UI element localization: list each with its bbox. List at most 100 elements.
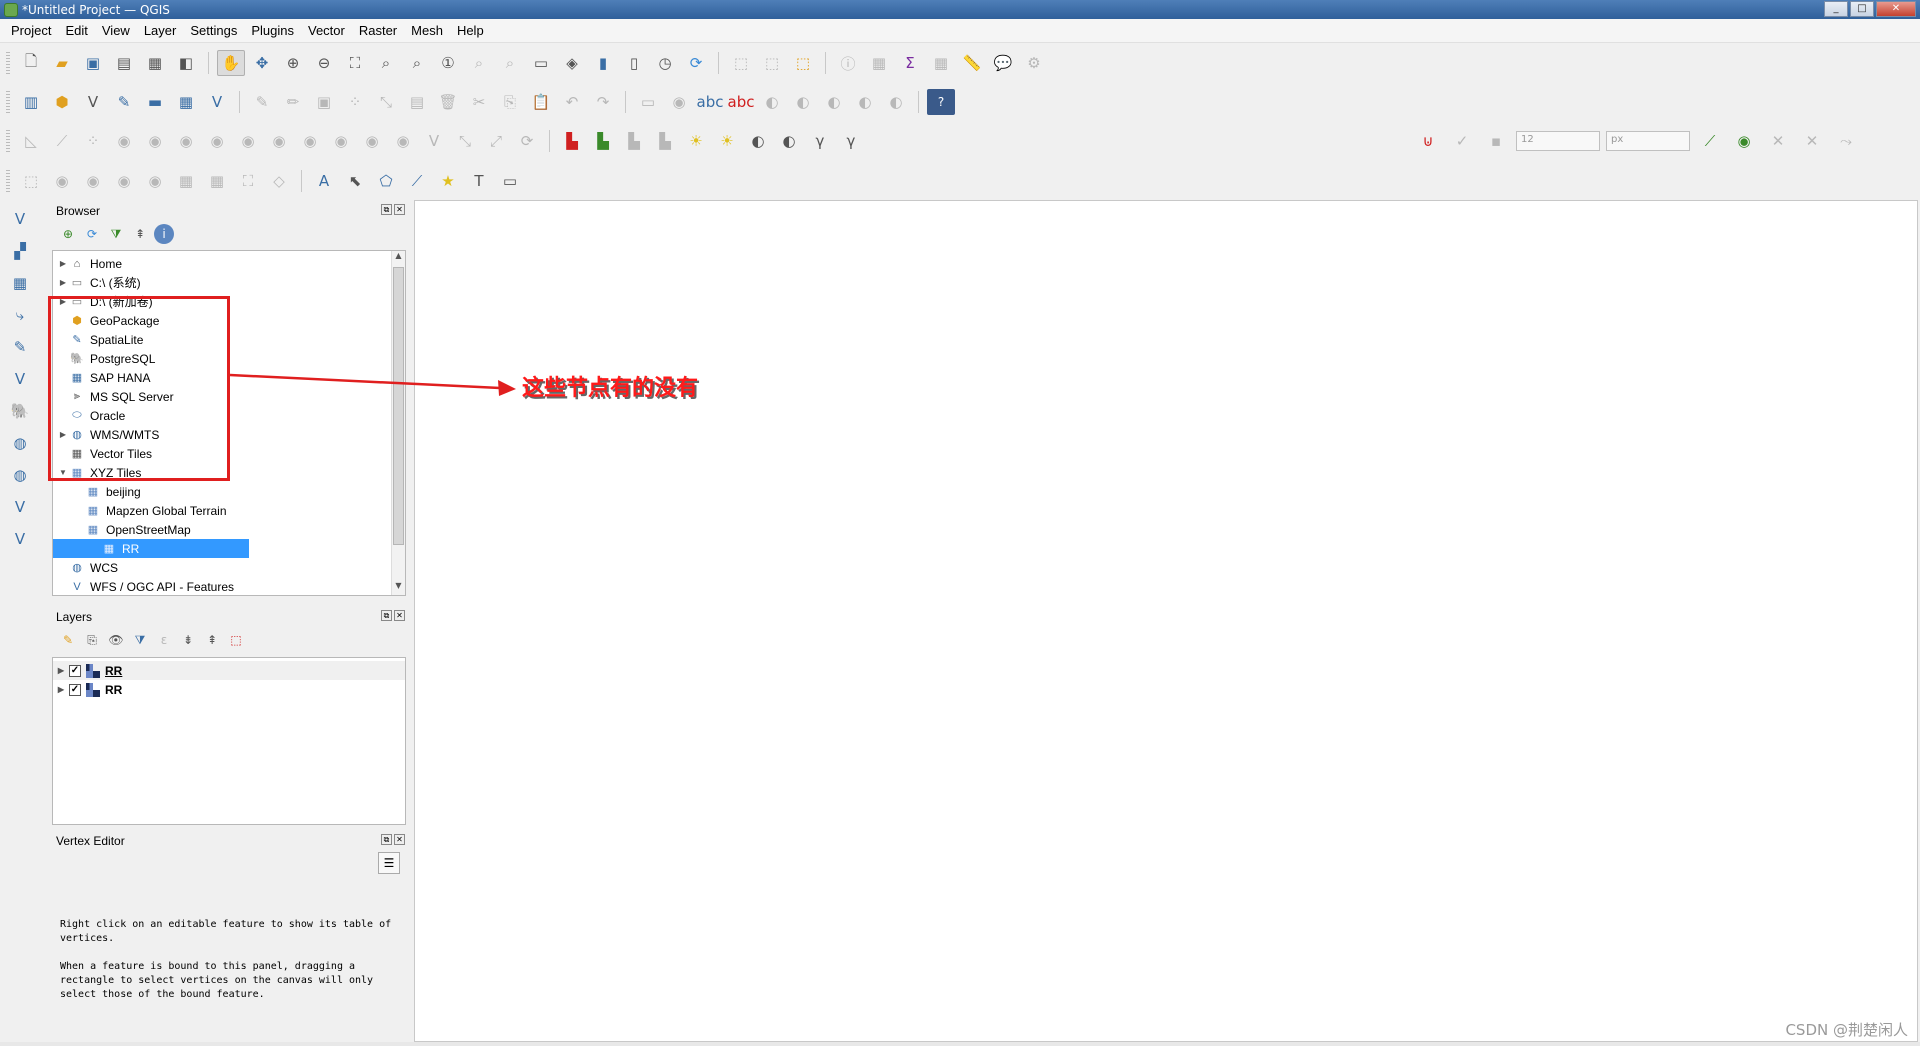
layer-labeling-icon[interactable]: abc xyxy=(696,89,724,115)
add-spatialite-layer-icon[interactable]: ✎ xyxy=(4,333,36,361)
menu-plugins[interactable]: Plugins xyxy=(244,23,301,38)
new-bookmark-icon[interactable]: ▮ xyxy=(589,50,617,76)
scroll-thumb[interactable] xyxy=(393,267,404,545)
measure-line-icon[interactable]: 📏 xyxy=(958,50,986,76)
decrease-contrast-icon[interactable]: ◐ xyxy=(775,128,803,154)
browser-item[interactable]: V WFS / OGC API - Features xyxy=(53,577,393,595)
local-histogram-icon[interactable]: ▙ xyxy=(589,128,617,154)
browser-item[interactable]: ▶ ⌂ Home xyxy=(53,254,393,273)
expand-right-icon[interactable]: ▶ xyxy=(53,685,69,694)
zoom-last-icon[interactable]: ⌕ xyxy=(465,50,493,76)
self-snapping-icon[interactable]: ✕ xyxy=(1798,128,1826,154)
close-button[interactable]: ✕ xyxy=(1876,1,1916,17)
layer-diagram-icon[interactable]: abc xyxy=(727,89,755,115)
redo-icon[interactable]: ↷ xyxy=(589,89,617,115)
change-label-icon[interactable]: ◐ xyxy=(851,89,879,115)
menu-view[interactable]: View xyxy=(95,23,137,38)
pan-map-icon[interactable]: ✋ xyxy=(217,50,245,76)
show-hide-labels-icon[interactable]: ◐ xyxy=(758,89,786,115)
rotate-point-icon[interactable]: ◉ xyxy=(358,128,386,154)
new-map-view-icon[interactable]: ▭ xyxy=(527,50,555,76)
expand-all-icon[interactable]: ⇟ xyxy=(178,630,198,650)
add-wcs-layer-icon[interactable]: ◍ xyxy=(4,461,36,489)
annotation-html-icon[interactable]: ◉ xyxy=(79,168,107,194)
open-project-icon[interactable]: ▰ xyxy=(48,50,76,76)
annotation-form-icon[interactable]: ◉ xyxy=(48,168,76,194)
rotate-label-icon[interactable]: ◐ xyxy=(820,89,848,115)
topological-editing-icon[interactable]: ⟋ xyxy=(1696,128,1724,154)
expand-right-icon[interactable]: ▶ xyxy=(53,666,69,675)
select-by-value-icon[interactable]: ⬚ xyxy=(758,50,786,76)
menu-mesh[interactable]: Mesh xyxy=(404,23,450,38)
manage-map-themes-icon[interactable]: 👁 xyxy=(106,630,126,650)
add-mesh-layer-icon[interactable]: ▦ xyxy=(4,269,36,297)
new-geopackage-layer-icon[interactable]: ⬢ xyxy=(48,89,76,115)
add-group-icon[interactable]: ⎘ xyxy=(82,630,102,650)
browser-scrollbar[interactable]: ▲ ▼ xyxy=(391,251,405,595)
identify-icon[interactable]: ⓘ xyxy=(834,50,862,76)
new-virtual-layer-icon[interactable]: ▦ xyxy=(172,89,200,115)
open-field-calculator-icon[interactable]: ▦ xyxy=(927,50,955,76)
annotation-line-icon[interactable]: ⛶ xyxy=(234,168,262,194)
merge-features-icon[interactable]: ◉ xyxy=(327,128,355,154)
vertex-tool-icon[interactable]: ⤡ xyxy=(372,89,400,115)
float-panel-button[interactable]: ⧉ xyxy=(381,204,392,215)
browser-item[interactable]: ▦ RR xyxy=(53,539,249,558)
scroll-down-icon[interactable]: ▼ xyxy=(392,581,405,595)
expand-right-icon[interactable]: ▶ xyxy=(57,278,69,287)
close-panel-button[interactable]: ✕ xyxy=(394,610,405,621)
toolbar-grip[interactable] xyxy=(6,130,10,152)
move-label-icon[interactable]: ◐ xyxy=(789,89,817,115)
add-delimited-text-icon[interactable]: ⤷ xyxy=(4,301,36,329)
select-features-icon[interactable]: ⬚ xyxy=(727,50,755,76)
increase-brightness-icon[interactable]: ☀ xyxy=(682,128,710,154)
menu-vector[interactable]: Vector xyxy=(301,23,352,38)
toolbar-grip[interactable] xyxy=(6,52,10,74)
new-print-layout-icon[interactable]: ▤ xyxy=(110,50,138,76)
current-edits-icon[interactable]: ✎ xyxy=(248,89,276,115)
label-pin-icon[interactable]: ◉ xyxy=(665,89,693,115)
copy-features-icon[interactable]: ⎘ xyxy=(496,89,524,115)
snapping-type-icon[interactable]: ▪ xyxy=(1482,128,1510,154)
reverse-line-icon[interactable]: ⤡ xyxy=(451,128,479,154)
add-line-annotation-icon[interactable]: ⟋ xyxy=(403,168,431,194)
collapse-all-icon[interactable]: ⇞ xyxy=(202,630,222,650)
add-selected-layers-icon[interactable]: ⊕ xyxy=(58,224,78,244)
float-panel-button[interactable]: ⧉ xyxy=(381,610,392,621)
delete-part-icon[interactable]: ◉ xyxy=(172,128,200,154)
remove-layer-icon[interactable]: ⬚ xyxy=(226,630,246,650)
annotation-point-icon[interactable]: ◇ xyxy=(265,168,293,194)
locator-icon[interactable]: ⚙ xyxy=(1020,50,1048,76)
data-source-manager-icon[interactable]: ▥ xyxy=(17,89,45,115)
statistical-summary-icon[interactable]: Σ xyxy=(896,50,924,76)
filter-legend-expression-icon[interactable]: ε xyxy=(154,630,174,650)
browser-item[interactable]: ▶ ▭ C:\ (系统) xyxy=(53,273,393,292)
menu-raster[interactable]: Raster xyxy=(352,23,404,38)
paste-features-icon[interactable]: 📋 xyxy=(527,89,555,115)
scroll-up-icon[interactable]: ▲ xyxy=(392,251,405,265)
layer-visibility-checkbox[interactable]: ✓ xyxy=(69,683,81,696)
new-spatialite-layer-icon[interactable]: ✎ xyxy=(110,89,138,115)
snapping-magnet-icon[interactable]: ⊍ xyxy=(1414,128,1442,154)
layer-item[interactable]: ▶ ✓ RR xyxy=(53,661,405,680)
trim-extend-icon[interactable]: ⤢ xyxy=(482,128,510,154)
new-mesh-layer-icon[interactable]: V xyxy=(203,89,231,115)
undo-icon[interactable]: ↶ xyxy=(558,89,586,115)
filter-icon[interactable]: ⧩ xyxy=(106,224,126,244)
label-settings-icon[interactable]: A xyxy=(310,168,338,194)
new-3d-map-view-icon[interactable]: ◈ xyxy=(558,50,586,76)
deselect-all-icon[interactable]: ⬚ xyxy=(789,50,817,76)
reshape-icon[interactable]: ◉ xyxy=(203,128,231,154)
zoom-full-icon[interactable]: ⛶ xyxy=(341,50,369,76)
split-parts-icon[interactable]: ◉ xyxy=(296,128,324,154)
menu-project[interactable]: Project xyxy=(4,23,58,38)
toolbar-grip[interactable] xyxy=(6,91,10,113)
zoom-out-icon[interactable]: ⊖ xyxy=(310,50,338,76)
add-vector-layer-icon[interactable]: V xyxy=(4,205,36,233)
zoom-to-layer-icon[interactable]: ⌕ xyxy=(403,50,431,76)
toolbar-grip[interactable] xyxy=(6,170,10,192)
add-virtual-layer-icon[interactable]: V xyxy=(4,365,36,393)
add-polygon-annotation-icon[interactable]: ⬠ xyxy=(372,168,400,194)
annotation-text-icon[interactable]: ⬚ xyxy=(17,168,45,194)
attribute-table-icon[interactable]: ▦ xyxy=(865,50,893,76)
